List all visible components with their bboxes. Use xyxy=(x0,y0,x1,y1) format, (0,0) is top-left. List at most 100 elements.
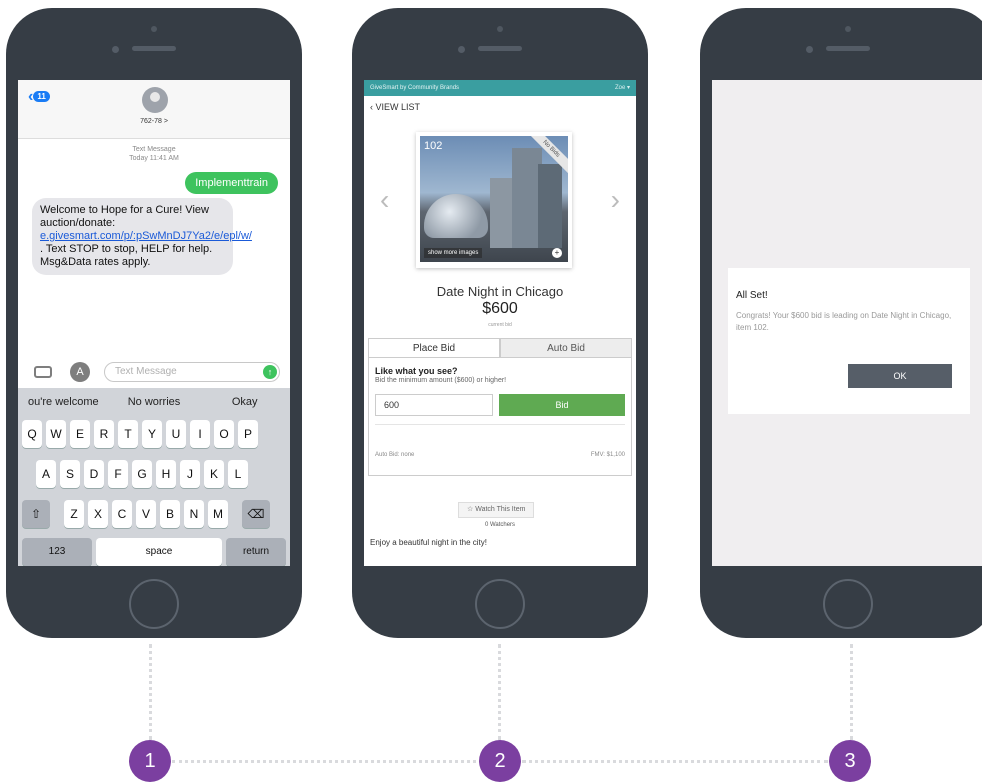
message-meta: Text Message Today 11:41 AM xyxy=(18,145,290,163)
earpiece xyxy=(478,46,522,51)
key[interactable]: P xyxy=(238,420,258,448)
message-input-placeholder: Text Message xyxy=(115,366,177,377)
send-icon[interactable]: ↑ xyxy=(263,365,277,379)
back-button[interactable]: ‹ 11 xyxy=(28,88,50,106)
key[interactable]: M xyxy=(208,500,228,528)
key[interactable]: L xyxy=(228,460,248,488)
building-shape xyxy=(490,178,512,248)
star-icon: ☆ xyxy=(467,506,476,513)
step-2-badge: 2 xyxy=(479,740,521,782)
current-bid-caption: current bid xyxy=(488,322,512,328)
building-shape xyxy=(538,164,562,248)
key-row-4: 123 space return xyxy=(22,538,286,566)
return-key[interactable]: return xyxy=(226,538,286,566)
app-store-icon[interactable]: A xyxy=(70,362,90,382)
watchers-count: 0 Watchers xyxy=(484,522,516,528)
key[interactable]: A xyxy=(36,460,56,488)
ok-button[interactable]: OK xyxy=(848,364,952,388)
key[interactable]: Z xyxy=(64,500,84,528)
key[interactable]: R xyxy=(94,420,114,448)
next-image-icon[interactable]: › xyxy=(611,184,620,216)
key[interactable]: G xyxy=(132,460,152,488)
step-3-badge: 3 xyxy=(829,740,871,782)
key[interactable]: Y xyxy=(142,420,162,448)
message-time: Today 11:41 AM xyxy=(129,155,179,162)
watch-item-button[interactable]: ☆ Watch This Item xyxy=(458,502,535,518)
bid-amount-input[interactable]: 600 xyxy=(375,394,493,416)
key[interactable]: F xyxy=(108,460,128,488)
connector-line xyxy=(850,644,853,740)
app-top-bar: GiveSmart by Community Brands Zoe ▾ xyxy=(364,80,636,96)
bid-tabs: Place Bid Auto Bid xyxy=(368,338,632,358)
key[interactable]: C xyxy=(112,500,132,528)
shift-icon[interactable]: ⇧ xyxy=(22,500,50,528)
home-button[interactable] xyxy=(475,579,525,629)
contact-number[interactable]: 762-78 > xyxy=(18,118,290,125)
incoming-bubble: Welcome to Hope for a Cure! View auction… xyxy=(32,198,252,275)
cloud-gate-shape xyxy=(424,194,488,238)
confirmation-screen: All Set! Congrats! Your $600 bid is lead… xyxy=(712,80,982,566)
delete-icon[interactable]: ⌫ xyxy=(242,500,270,528)
suggestion-2[interactable]: No worries xyxy=(109,396,200,408)
item-description: Enjoy a beautiful night in the city! xyxy=(370,538,487,547)
key[interactable]: B xyxy=(160,500,180,528)
numbers-key[interactable]: 123 xyxy=(22,538,92,566)
key[interactable]: W xyxy=(46,420,66,448)
key[interactable]: X xyxy=(88,500,108,528)
earpiece xyxy=(826,46,870,51)
phone-2: GiveSmart by Community Brands Zoe ▾ ‹ VI… xyxy=(352,8,648,638)
auction-item-screen: GiveSmart by Community Brands Zoe ▾ ‹ VI… xyxy=(364,80,636,566)
suggestion-bar: ou're welcome No worries Okay xyxy=(18,388,290,416)
bid-prompt-title: Like what you see? xyxy=(375,366,458,376)
sensor-dot xyxy=(806,46,813,53)
space-key[interactable]: space xyxy=(96,538,222,566)
key[interactable]: O xyxy=(214,420,234,448)
key[interactable]: T xyxy=(118,420,138,448)
view-list-link[interactable]: ‹ VIEW LIST xyxy=(364,96,636,118)
key-row-3: ⇧ Z X C V B N M ⌫ xyxy=(22,500,270,528)
tab-place-bid[interactable]: Place Bid xyxy=(368,338,500,358)
key[interactable]: Q xyxy=(22,420,42,448)
connector-line xyxy=(522,760,828,763)
key[interactable]: S xyxy=(60,460,80,488)
show-more-images[interactable]: show more images xyxy=(424,248,483,258)
phone-1: ‹ 11 762-78 > Text Message Today 11:41 AM… xyxy=(6,8,302,638)
auction-link[interactable]: e.givesmart.com/p/:pSwMnDJ7Ya2/e/epl/w/ xyxy=(40,230,252,242)
key[interactable]: J xyxy=(180,460,200,488)
bid-button[interactable]: Bid xyxy=(499,394,625,416)
front-camera xyxy=(151,26,157,32)
key[interactable]: E xyxy=(70,420,90,448)
home-button[interactable] xyxy=(129,579,179,629)
camera-icon[interactable] xyxy=(34,366,52,378)
incoming-text-pre: Welcome to Hope for a Cure! View auction… xyxy=(40,204,209,229)
item-title: Date Night in Chicago xyxy=(436,284,564,299)
watch-label: Watch This Item xyxy=(475,506,526,513)
dialog-message: Congrats! Your $600 bid is leading on Da… xyxy=(736,311,952,332)
key[interactable]: H xyxy=(156,460,176,488)
messages-screen: ‹ 11 762-78 > Text Message Today 11:41 AM… xyxy=(18,80,290,566)
item-photo[interactable]: 102 No Bids show more images + xyxy=(420,136,568,262)
message-input-bar: A Text Message ↑ xyxy=(18,358,290,388)
key[interactable]: K xyxy=(204,460,224,488)
suggestion-1[interactable]: ou're welcome xyxy=(18,396,109,408)
home-button[interactable] xyxy=(823,579,873,629)
key[interactable]: V xyxy=(136,500,156,528)
step-1-badge: 1 xyxy=(129,740,171,782)
sensor-dot xyxy=(458,46,465,53)
key[interactable]: U xyxy=(166,420,186,448)
tab-auto-bid[interactable]: Auto Bid xyxy=(500,338,632,358)
key[interactable]: I xyxy=(190,420,210,448)
user-menu[interactable]: Zoe ▾ xyxy=(615,80,630,96)
key[interactable]: D xyxy=(84,460,104,488)
key-row-2: A S D F G H J K L xyxy=(36,460,252,488)
key[interactable]: N xyxy=(184,500,204,528)
confirmation-dialog: All Set! Congrats! Your $600 bid is lead… xyxy=(728,268,970,414)
suggestion-3[interactable]: Okay xyxy=(199,396,290,408)
prev-image-icon[interactable]: ‹ xyxy=(380,184,389,216)
connector-line xyxy=(498,644,501,740)
message-input[interactable]: Text Message ↑ xyxy=(104,362,280,382)
item-image-card[interactable]: 102 No Bids show more images + xyxy=(416,132,572,268)
divider xyxy=(375,424,625,425)
zoom-icon[interactable]: + xyxy=(552,248,562,258)
contact-avatar[interactable] xyxy=(142,87,168,113)
